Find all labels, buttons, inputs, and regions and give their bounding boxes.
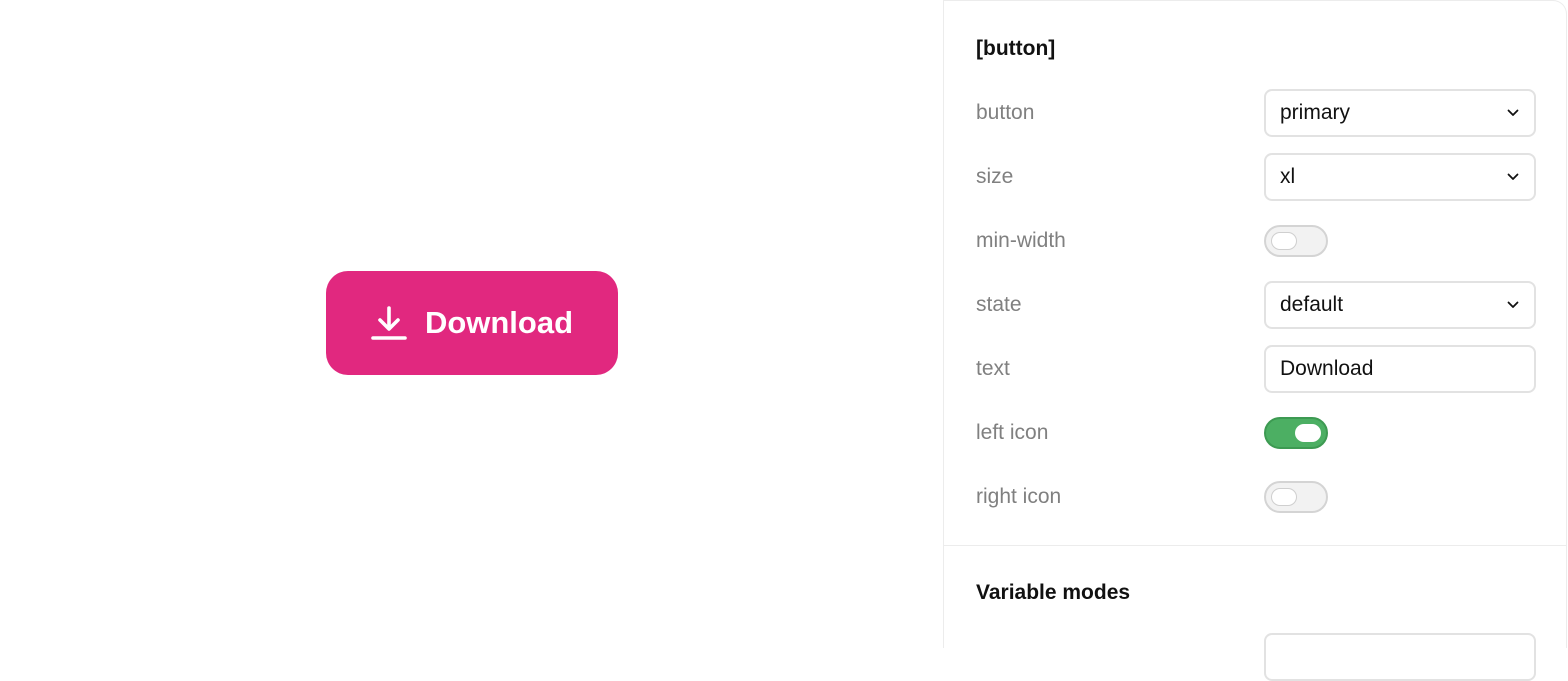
preview-canvas: Download bbox=[0, 0, 944, 648]
component-title: [button] bbox=[976, 37, 1056, 60]
section-divider bbox=[944, 545, 1566, 546]
min-width-toggle[interactable] bbox=[1264, 225, 1328, 257]
download-icon bbox=[371, 305, 407, 341]
size-select[interactable]: xl bbox=[1264, 153, 1536, 201]
left-icon-label: left icon bbox=[976, 421, 1049, 444]
text-label: text bbox=[976, 357, 1010, 380]
row-min-width: min-width bbox=[976, 217, 1536, 265]
row-size: size xl bbox=[976, 153, 1536, 201]
variable-mode-select[interactable] bbox=[1264, 633, 1536, 681]
button-variant-label: button bbox=[976, 101, 1035, 124]
toggle-knob bbox=[1271, 232, 1297, 250]
toggle-knob bbox=[1271, 488, 1297, 506]
chevron-down-icon bbox=[1506, 106, 1520, 120]
state-value: default bbox=[1280, 293, 1344, 316]
state-label: state bbox=[976, 293, 1022, 316]
button-variant-select[interactable]: primary bbox=[1264, 89, 1536, 137]
button-variant-value: primary bbox=[1280, 101, 1351, 124]
chevron-down-icon bbox=[1506, 298, 1520, 312]
text-input[interactable] bbox=[1264, 345, 1536, 393]
row-state: state default bbox=[976, 281, 1536, 329]
right-icon-label: right icon bbox=[976, 485, 1062, 508]
toggle-knob bbox=[1295, 424, 1321, 442]
chevron-down-icon bbox=[1506, 170, 1520, 184]
row-right-icon: right icon bbox=[976, 473, 1536, 521]
row-button: button primary bbox=[976, 89, 1536, 137]
min-width-label: min-width bbox=[976, 229, 1066, 252]
variable-modes-title: Variable modes bbox=[976, 581, 1131, 604]
download-button-label: Download bbox=[424, 305, 574, 340]
properties-panel: [button] button primary size xl min-widt… bbox=[943, 0, 1567, 681]
size-value: xl bbox=[1280, 165, 1296, 188]
row-left-icon: left icon bbox=[976, 409, 1536, 457]
right-icon-toggle[interactable] bbox=[1264, 481, 1328, 513]
download-button[interactable]: Download bbox=[326, 271, 618, 375]
size-label: size bbox=[976, 165, 1014, 188]
row-text: text bbox=[976, 345, 1536, 393]
left-icon-toggle[interactable] bbox=[1264, 417, 1328, 449]
state-select[interactable]: default bbox=[1264, 281, 1536, 329]
